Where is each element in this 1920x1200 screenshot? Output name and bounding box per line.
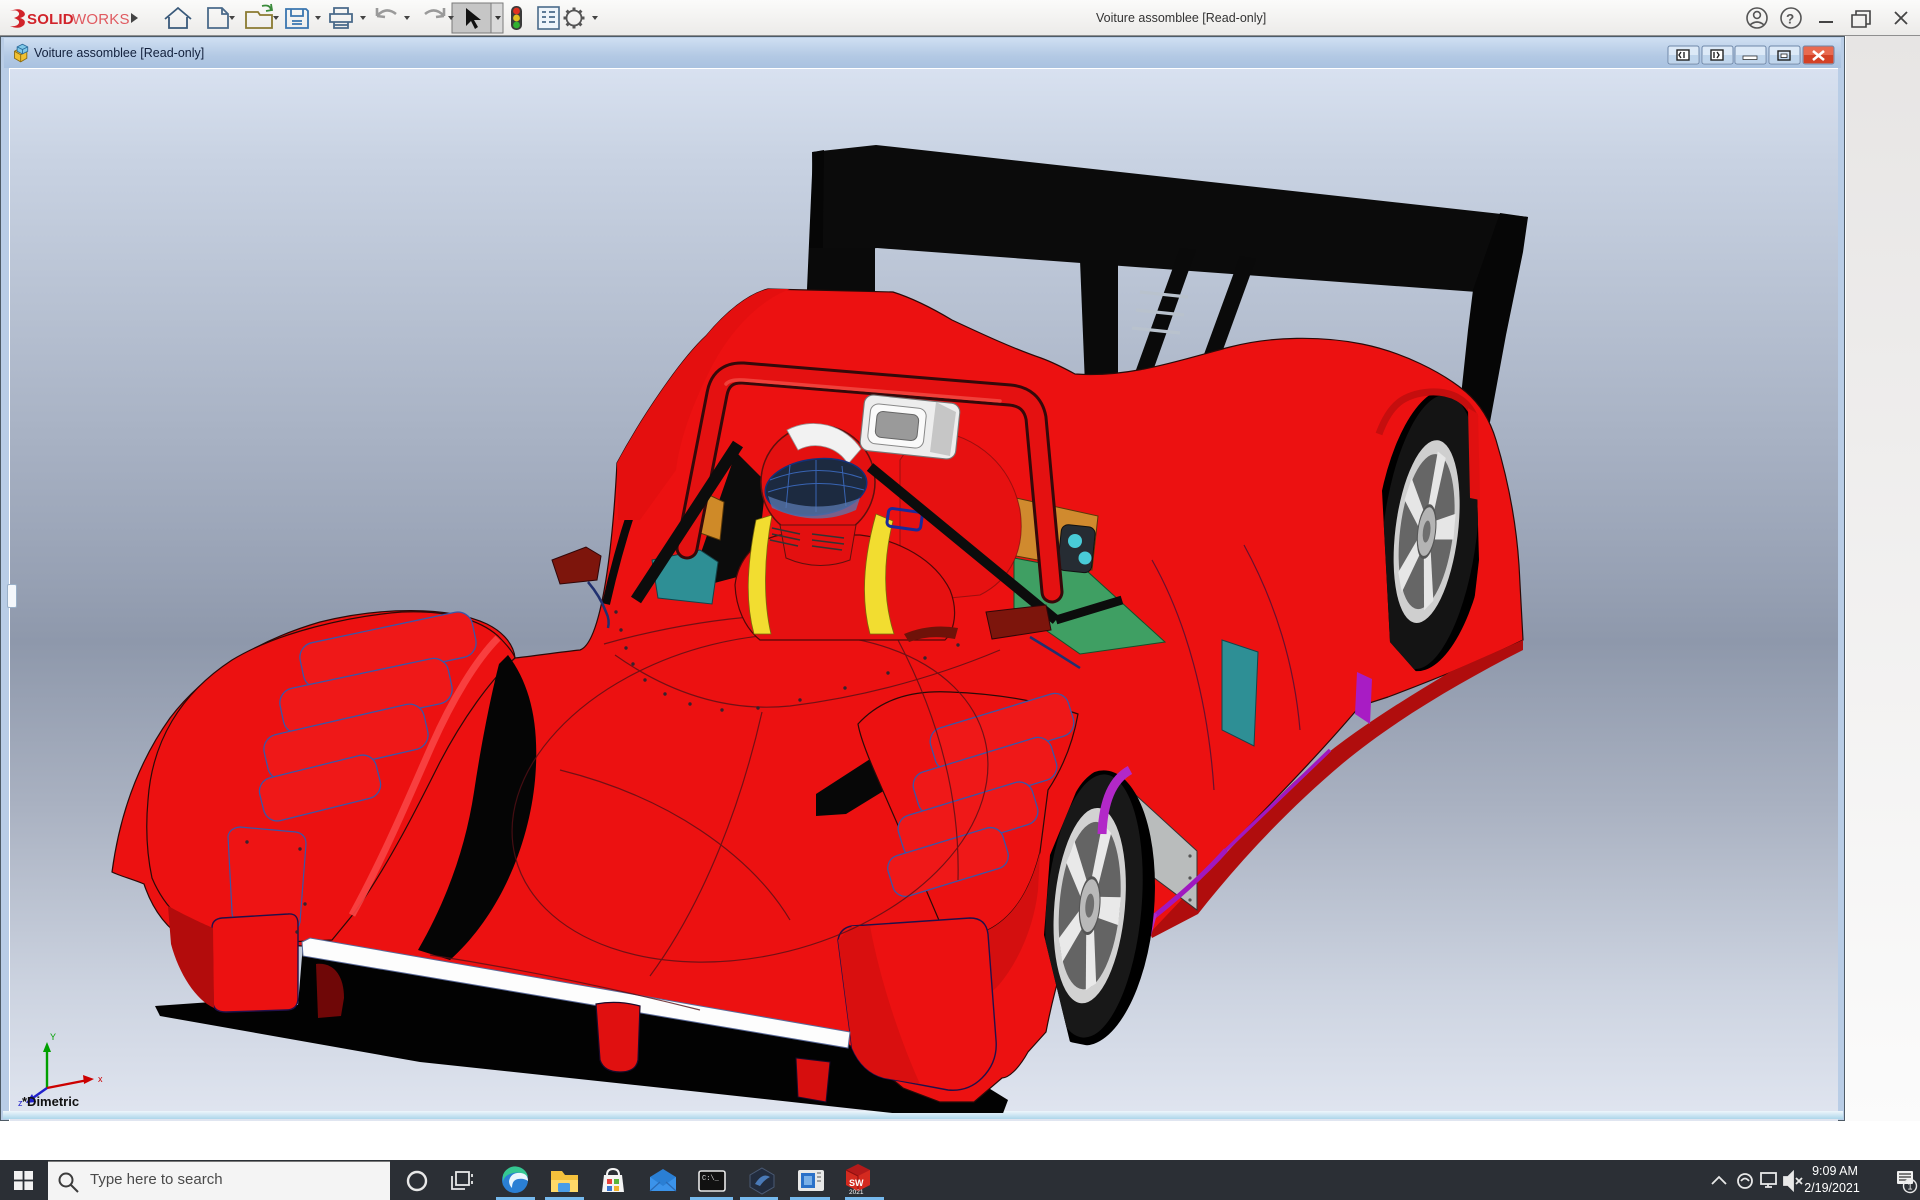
svg-text:SOLID: SOLID: [27, 11, 74, 28]
svg-text:SW: SW: [849, 1178, 864, 1188]
svg-text:2021: 2021: [849, 1189, 864, 1196]
svg-text:?: ?: [1786, 12, 1794, 27]
svg-text:Y: Y: [50, 1032, 56, 1042]
svg-text:1: 1: [1908, 1182, 1913, 1192]
svg-text:WORKS: WORKS: [72, 11, 130, 28]
svg-text:C:\_: C:\_: [702, 1175, 720, 1183]
svg-text:x: x: [98, 1074, 103, 1084]
